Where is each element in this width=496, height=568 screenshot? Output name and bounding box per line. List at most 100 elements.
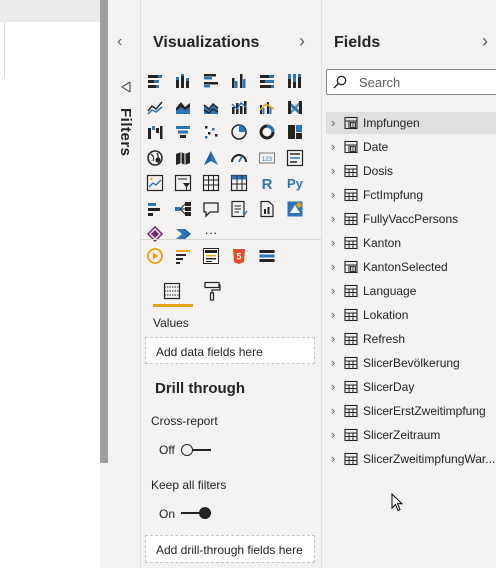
- format-paint-roller-icon[interactable]: [203, 281, 221, 301]
- smart-narrative-icon[interactable]: [230, 200, 248, 218]
- field-table-row[interactable]: › SlicerErstZweitimpfung: [326, 400, 496, 422]
- decomposition-tree-icon[interactable]: [174, 200, 192, 218]
- values-drop-well[interactable]: Add data fields here: [145, 337, 315, 364]
- key-influencers-icon[interactable]: [146, 200, 164, 218]
- field-table-row[interactable]: › FullyVaccPersons: [326, 208, 496, 230]
- chevron-right-icon[interactable]: ›: [331, 235, 335, 250]
- field-table-row[interactable]: › Lokation: [326, 304, 496, 326]
- chevron-right-icon[interactable]: ›: [331, 115, 335, 130]
- line-clustered-column-icon-graphic: [259, 101, 275, 114]
- field-table-row[interactable]: › SlicerBevölkerung: [326, 352, 496, 374]
- chevron-right-icon[interactable]: ›: [331, 331, 335, 346]
- 100-bar-icon[interactable]: [258, 72, 276, 90]
- more-visuals-icon[interactable]: ···: [202, 225, 220, 243]
- power-automate-icon[interactable]: [174, 225, 192, 243]
- field-table-row[interactable]: › Date: [326, 136, 496, 158]
- drill-through-drop-well[interactable]: Add drill-through fields here: [145, 535, 315, 563]
- fields-tab-icon[interactable]: [163, 282, 181, 300]
- chevron-right-icon[interactable]: ›: [331, 427, 335, 442]
- line-column-icon[interactable]: [230, 98, 248, 116]
- chevron-right-icon[interactable]: ›: [331, 163, 335, 178]
- line-chart-icon[interactable]: [146, 98, 164, 116]
- html-icon-graphic: 5: [233, 249, 245, 264]
- chevron-right-icon[interactable]: ›: [331, 451, 335, 466]
- chevron-right-icon[interactable]: ›: [331, 403, 335, 418]
- cross-report-toggle[interactable]: [181, 444, 211, 456]
- stacked-column-icon[interactable]: [174, 72, 192, 90]
- chevron-right-icon[interactable]: ›: [331, 187, 335, 202]
- python-visual-icon[interactable]: Py: [286, 174, 304, 192]
- keep-all-filters-toggle[interactable]: [181, 507, 211, 519]
- qna-icon[interactable]: [202, 200, 220, 218]
- field-table-row[interactable]: › Kanton: [326, 232, 496, 254]
- table-icon[interactable]: [202, 174, 220, 192]
- chevron-right-icon[interactable]: ›: [331, 211, 335, 226]
- ribbon-chart-icon[interactable]: [286, 98, 304, 116]
- filled-map-icon[interactable]: [174, 149, 192, 167]
- field-table-row[interactable]: › SlicerZeitraum: [326, 424, 496, 446]
- clustered-bar-icon-graphic: [204, 74, 218, 88]
- search-input[interactable]: Search: [359, 75, 400, 90]
- barcode-icon[interactable]: [202, 247, 220, 265]
- multirow-card-icon[interactable]: [286, 149, 304, 167]
- scatter-icon[interactable]: [202, 123, 220, 141]
- bullet-chart-icon[interactable]: [174, 247, 192, 265]
- field-table-row[interactable]: › Impfungen: [326, 112, 496, 134]
- play-axis-icon[interactable]: [146, 247, 164, 265]
- chevron-right-icon[interactable]: ›: [331, 139, 335, 154]
- field-table-row[interactable]: › SlicerZweitimpfungWar...: [326, 448, 496, 470]
- chevron-right-icon[interactable]: ›: [331, 355, 335, 370]
- treemap-icon[interactable]: [286, 123, 304, 141]
- map-icon[interactable]: [146, 149, 164, 167]
- field-table-row[interactable]: › Dosis: [326, 160, 496, 182]
- azure-map-icon[interactable]: [202, 149, 220, 167]
- waterfall-icon[interactable]: [146, 123, 164, 141]
- area-chart-icon[interactable]: [174, 98, 192, 116]
- chevron-right-icon[interactable]: ›: [331, 259, 335, 274]
- filters-label[interactable]: Filters: [117, 108, 134, 157]
- stacked-bar-icon[interactable]: [146, 72, 164, 90]
- fields-collapse-icon[interactable]: ›: [482, 31, 488, 52]
- more-visuals-icon-graphic: ···: [205, 225, 218, 240]
- field-table-row[interactable]: › Language: [326, 280, 496, 302]
- card-icon[interactable]: 123: [258, 149, 276, 167]
- kpi-icon[interactable]: [146, 174, 164, 192]
- html-icon[interactable]: 5: [230, 247, 248, 265]
- field-table-row[interactable]: › KantonSelected: [326, 256, 496, 278]
- visualizations-collapse-icon[interactable]: ›: [299, 31, 305, 52]
- line-clustered-column-icon[interactable]: [258, 98, 276, 116]
- clustered-bar-icon[interactable]: [202, 72, 220, 90]
- 100-column-icon[interactable]: [286, 72, 304, 90]
- donut-icon[interactable]: [258, 123, 276, 141]
- chevron-right-icon[interactable]: ›: [331, 379, 335, 394]
- matrix-icon[interactable]: [230, 174, 248, 192]
- list-visual-icon[interactable]: [258, 247, 276, 265]
- table-icon: [344, 308, 358, 322]
- clustered-column-icon[interactable]: [230, 72, 248, 90]
- fields-search-box[interactable]: Search: [326, 69, 496, 95]
- report-canvas-area: [0, 0, 100, 568]
- field-table-row[interactable]: › FctImpfung: [326, 184, 496, 206]
- area-chart-icon-graphic: [176, 101, 190, 114]
- slicer-icon[interactable]: [174, 174, 192, 192]
- paginated-report-icon[interactable]: [258, 200, 276, 218]
- table-icon: [344, 332, 358, 346]
- arcgis-icon[interactable]: [286, 200, 304, 218]
- azure-map-icon-graphic: [204, 150, 218, 165]
- pie-icon[interactable]: [230, 123, 248, 141]
- field-table-row[interactable]: › SlicerDay: [326, 376, 496, 398]
- funnel-icon[interactable]: [174, 123, 192, 141]
- field-table-name: Lokation: [363, 308, 409, 322]
- chevron-right-icon[interactable]: ›: [331, 283, 335, 298]
- stacked-area-icon[interactable]: [202, 98, 220, 116]
- report-page[interactable]: [0, 22, 100, 568]
- filters-collapse-icon[interactable]: ‹: [117, 34, 122, 50]
- power-apps-icon[interactable]: [146, 225, 164, 243]
- filters-pane[interactable]: ‹ Filters: [108, 0, 141, 568]
- r-visual-icon[interactable]: R: [258, 174, 276, 193]
- canvas-scrollbar[interactable]: [100, 0, 108, 463]
- table-icon: [344, 164, 358, 178]
- field-table-row[interactable]: › Refresh: [326, 328, 496, 350]
- gauge-icon[interactable]: [230, 149, 248, 167]
- chevron-right-icon[interactable]: ›: [331, 307, 335, 322]
